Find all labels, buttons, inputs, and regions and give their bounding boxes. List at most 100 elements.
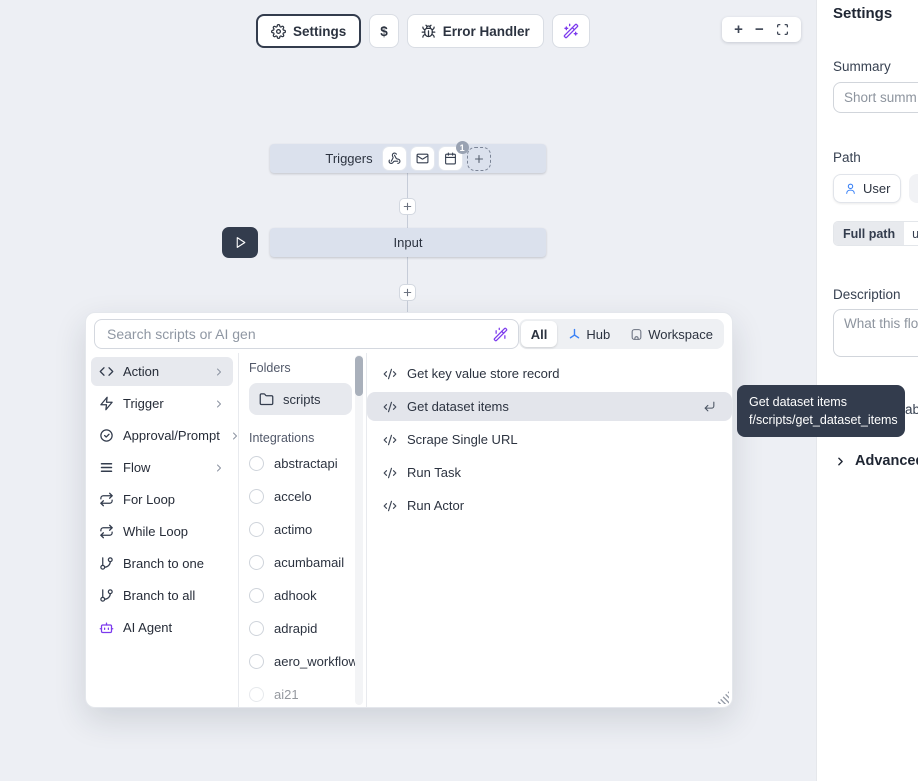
tooltip-path: f/scripts/get_dataset_items	[749, 411, 893, 429]
owner-user-chip[interactable]: User	[833, 174, 901, 203]
integration-label: adrapid	[274, 621, 317, 636]
search-box[interactable]	[94, 319, 519, 349]
integration-logo-placeholder	[249, 654, 264, 669]
schedule-icon[interactable]: 1	[439, 147, 462, 170]
category-ai-agent[interactable]: AI Agent	[91, 613, 233, 642]
integration-item[interactable]: adrapid	[249, 612, 352, 645]
wand-sparkles-icon	[563, 23, 579, 39]
workspace-icon	[630, 328, 643, 341]
integration-item[interactable]: aero_workflow	[249, 645, 352, 678]
result-tooltip: Get dataset items f/scripts/get_dataset_…	[737, 385, 905, 437]
chevron-right-icon	[834, 455, 847, 468]
code-icon	[99, 364, 114, 379]
category-label: While Loop	[123, 524, 188, 539]
branch-icon	[99, 556, 114, 571]
result-item[interactable]: Run Actor	[367, 491, 732, 520]
input-node[interactable]: Input	[270, 228, 546, 257]
category-approval-prompt[interactable]: Approval/Prompt	[91, 421, 233, 450]
zoom-out-button[interactable]: −	[755, 22, 764, 37]
canvas-zoom-controls: + −	[722, 17, 801, 42]
bug-icon	[421, 24, 436, 39]
filter-all[interactable]: All	[521, 321, 558, 347]
summary-label: Summary	[833, 59, 891, 74]
error-handler-button[interactable]: Error Handler	[407, 14, 544, 48]
category-label: Branch to one	[123, 556, 204, 571]
filter-workspace-label: Workspace	[648, 327, 713, 342]
category-label: For Loop	[123, 492, 175, 507]
folders-heading: Folders	[249, 361, 352, 375]
settings-button[interactable]: Settings	[256, 14, 361, 48]
repeat-icon	[99, 524, 114, 539]
source-filter-group: All Hub Workspace	[519, 319, 724, 349]
category-column: Action Trigger Approval/Prompt Flow For …	[86, 353, 239, 707]
code-slash-icon	[383, 400, 397, 414]
user-icon	[844, 182, 857, 195]
ai-gen-wand-icon[interactable]	[493, 327, 508, 342]
add-trigger-button[interactable]	[467, 147, 491, 171]
category-branch-to-one[interactable]: Branch to one	[91, 549, 233, 578]
category-label: Action	[123, 364, 159, 379]
category-for-loop[interactable]: For Loop	[91, 485, 233, 514]
result-item-selected[interactable]: Get dataset items	[367, 392, 732, 421]
insert-step-button-bottom[interactable]	[399, 284, 416, 301]
integration-label: actimo	[274, 522, 312, 537]
repeat-icon	[99, 492, 114, 507]
result-item[interactable]: Scrape Single URL	[367, 425, 732, 454]
integration-logo-placeholder	[249, 522, 264, 537]
result-item[interactable]: Run Task	[367, 458, 732, 487]
code-slash-icon	[383, 499, 397, 513]
integration-item[interactable]: actimo	[249, 513, 352, 546]
integration-item[interactable]: adhook	[249, 579, 352, 612]
summary-input[interactable]	[833, 82, 918, 113]
category-flow[interactable]: Flow	[91, 453, 233, 482]
integrations-heading: Integrations	[249, 431, 352, 445]
triggers-node[interactable]: Triggers 1	[270, 144, 546, 173]
category-action[interactable]: Action	[91, 357, 233, 386]
owner-folder-chip[interactable]	[909, 174, 918, 203]
code-slash-icon	[383, 466, 397, 480]
category-label: Branch to all	[123, 588, 195, 603]
category-label: Approval/Prompt	[123, 428, 220, 443]
gear-icon	[271, 24, 286, 39]
email-trigger-icon[interactable]	[411, 147, 434, 170]
search-input[interactable]	[105, 325, 485, 343]
worker-cost-button[interactable]: $	[369, 14, 399, 48]
ai-assistant-button[interactable]	[552, 14, 590, 48]
integration-logo-placeholder	[249, 456, 264, 471]
code-slash-icon	[383, 367, 397, 381]
integration-label: aero_workflow	[274, 654, 358, 669]
filter-workspace[interactable]: Workspace	[621, 321, 722, 347]
integration-logo-placeholder	[249, 588, 264, 603]
chevron-right-icon	[213, 462, 225, 474]
zoom-in-button[interactable]: +	[734, 22, 743, 37]
lines-icon	[99, 460, 114, 475]
integration-logo-placeholder	[249, 621, 264, 636]
category-branch-to-all[interactable]: Branch to all	[91, 581, 233, 610]
category-trigger[interactable]: Trigger	[91, 389, 233, 418]
category-while-loop[interactable]: While Loop	[91, 517, 233, 546]
filter-hub[interactable]: Hub	[559, 321, 619, 347]
integration-label: accelo	[274, 489, 312, 504]
integration-label: acumbamail	[274, 555, 344, 570]
test-flow-play-button[interactable]	[222, 227, 258, 258]
integration-item[interactable]: acumbamail	[249, 546, 352, 579]
description-textarea[interactable]	[833, 309, 918, 357]
insert-step-button-top[interactable]	[399, 198, 416, 215]
advanced-section-toggle[interactable]: Advanced	[834, 453, 918, 469]
integration-logo-placeholder	[249, 489, 264, 504]
owner-user-label: User	[863, 181, 890, 196]
result-label: Run Task	[407, 465, 461, 480]
code-slash-icon	[383, 433, 397, 447]
full-path-value[interactable]: u	[904, 222, 918, 245]
result-item[interactable]: Get key value store record	[367, 359, 732, 388]
error-handler-label: Error Handler	[443, 24, 530, 39]
fit-view-icon[interactable]	[776, 23, 789, 36]
chevron-right-icon	[213, 398, 225, 410]
folder-item-scripts[interactable]: scripts	[249, 383, 352, 415]
scrollbar-thumb[interactable]	[355, 356, 363, 396]
integration-item[interactable]: abstractapi	[249, 447, 352, 480]
schedule-count-badge: 1	[456, 141, 469, 154]
webhook-icon[interactable]	[383, 147, 406, 170]
integration-item[interactable]: ai21	[249, 678, 352, 707]
integration-item[interactable]: accelo	[249, 480, 352, 513]
